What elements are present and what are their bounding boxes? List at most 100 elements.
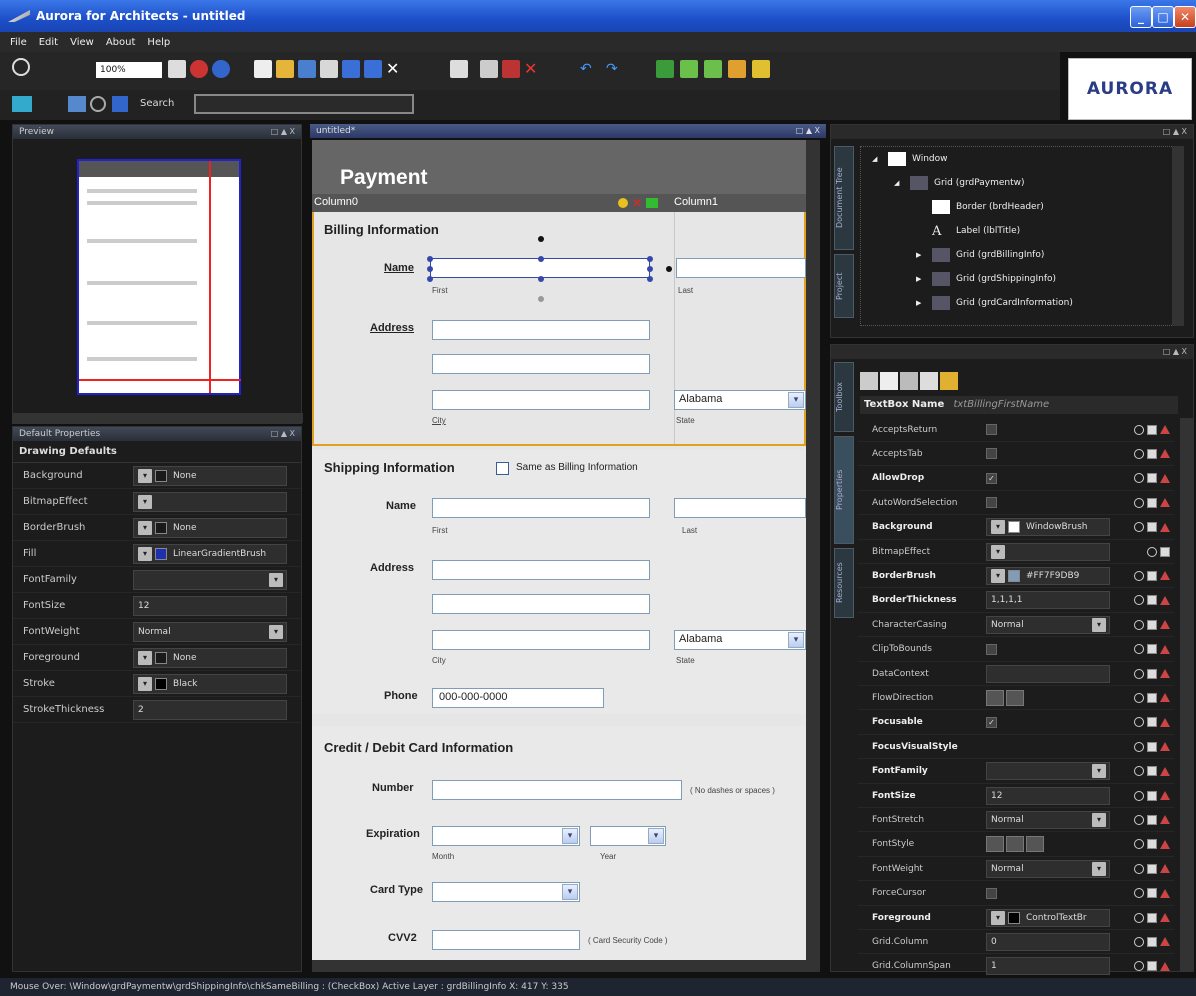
property-checkbox[interactable]: ✓: [986, 472, 997, 484]
tree-item[interactable]: A Label (lblTitle): [916, 224, 1020, 239]
default-prop-value[interactable]: ▾ None: [133, 465, 287, 486]
resize-handle-nw[interactable]: [427, 256, 433, 262]
card-type-select[interactable]: ▾: [432, 882, 580, 902]
binding-icon[interactable]: [1147, 741, 1157, 752]
binding-icon[interactable]: [1147, 839, 1157, 850]
reset-icon[interactable]: [1134, 741, 1144, 752]
resize-handle-se[interactable]: [647, 276, 653, 282]
default-prop-value[interactable]: ▾ None: [133, 517, 287, 538]
trigger-icon[interactable]: [1160, 937, 1170, 947]
resize-handle-ne[interactable]: [647, 256, 653, 262]
expander-icon[interactable]: ▶: [916, 299, 926, 307]
tree-item[interactable]: ◢ Window: [872, 152, 948, 166]
shipping-first-name-input[interactable]: [432, 498, 650, 518]
resize-handle-sw[interactable]: [427, 276, 433, 282]
chevron-down-icon[interactable]: ▾: [991, 544, 1005, 559]
property-checkbox[interactable]: [986, 887, 997, 899]
binding-icon[interactable]: [1147, 692, 1157, 703]
expander-icon[interactable]: ◢: [872, 155, 882, 163]
chevron-down-icon[interactable]: ▾: [991, 910, 1005, 925]
minimize-button[interactable]: _: [1130, 6, 1152, 28]
trigger-icon[interactable]: [1160, 742, 1170, 752]
binding-icon[interactable]: [1147, 668, 1157, 679]
trigger-icon[interactable]: [1160, 766, 1170, 776]
shipping-last-name-input[interactable]: [674, 498, 806, 518]
tree-item[interactable]: ▶ Grid (grdCardInformation): [916, 296, 1073, 310]
tree-controls[interactable]: □ ▲ X: [1163, 125, 1187, 139]
property-value[interactable]: Normal ▾: [986, 810, 1110, 829]
property-value[interactable]: Normal ▾: [986, 859, 1110, 878]
trigger-icon[interactable]: [1160, 717, 1170, 727]
name-value[interactable]: txtBillingFirstName: [953, 399, 1049, 410]
property-checkbox[interactable]: [986, 424, 997, 435]
chevron-down-icon[interactable]: ▾: [1092, 812, 1106, 827]
binding-icon[interactable]: [1147, 863, 1157, 874]
document-horizontal-scrollbar[interactable]: [312, 960, 820, 972]
reset-icon[interactable]: [1134, 839, 1144, 850]
paste-special-icon[interactable]: [502, 60, 520, 78]
binding-icon[interactable]: [1147, 619, 1157, 630]
design-canvas[interactable]: Payment Column0 Column1 ✕ Billing Inform…: [312, 140, 806, 960]
step-icon[interactable]: [704, 60, 722, 78]
reset-icon[interactable]: [1134, 448, 1144, 459]
property-value[interactable]: [986, 664, 1110, 683]
chevron-down-icon[interactable]: ▾: [1092, 861, 1106, 876]
chevron-down-icon[interactable]: ▾: [138, 676, 152, 691]
default-prop-value[interactable]: 2: [133, 699, 287, 720]
billing-address2-input[interactable]: [432, 354, 650, 374]
default-properties-controls[interactable]: □ ▲ X: [271, 427, 295, 441]
margin-handle[interactable]: [666, 266, 672, 272]
default-prop-value[interactable]: Normal ▾: [133, 621, 287, 642]
binding-icon[interactable]: [1147, 766, 1157, 777]
property-value[interactable]: 1,1,1,1: [986, 591, 1110, 610]
property-value[interactable]: ▾ ControlTextBr: [986, 908, 1110, 927]
column-delete-icon[interactable]: ✕: [632, 197, 644, 209]
pen-icon[interactable]: [112, 96, 128, 112]
shipping-address2-input[interactable]: [432, 594, 650, 614]
reset-icon[interactable]: [1134, 790, 1144, 801]
undo-icon[interactable]: ↶: [580, 60, 598, 78]
toggle-button[interactable]: [986, 836, 1004, 853]
binding-icon[interactable]: [1147, 424, 1157, 435]
reset-icon[interactable]: [1134, 473, 1144, 484]
binding-icon[interactable]: [1147, 936, 1157, 947]
trigger-icon[interactable]: [1160, 693, 1170, 703]
card-number-input[interactable]: [432, 780, 682, 800]
billing-address1-input[interactable]: [432, 320, 650, 340]
binding-icon[interactable]: [1147, 888, 1157, 899]
reset-icon[interactable]: [1134, 522, 1144, 533]
chevron-down-icon[interactable]: ▾: [138, 494, 152, 509]
property-button-group[interactable]: [986, 689, 1024, 706]
property-value[interactable]: 12: [986, 786, 1110, 805]
property-value[interactable]: ▾ WindowBrush: [986, 518, 1110, 537]
tree-scrollbar[interactable]: [1172, 146, 1184, 326]
trigger-icon[interactable]: [1160, 498, 1170, 508]
expiration-month-select[interactable]: ▾: [432, 826, 580, 846]
reset-icon[interactable]: [1134, 644, 1144, 655]
menu-about[interactable]: About: [106, 37, 136, 48]
zoom-out-icon[interactable]: [212, 60, 230, 78]
text-icon[interactable]: [920, 372, 938, 390]
delete-icon[interactable]: ✕: [386, 60, 404, 78]
remove-icon[interactable]: ✕: [524, 60, 542, 78]
chevron-down-icon[interactable]: ▾: [269, 572, 283, 587]
column-star-icon[interactable]: [618, 198, 628, 208]
default-prop-value[interactable]: ▾ LinearGradientBrush: [133, 543, 287, 564]
menu-help[interactable]: Help: [147, 37, 170, 48]
toggle-button[interactable]: [1006, 689, 1024, 706]
default-prop-value[interactable]: ▾ None: [133, 647, 287, 668]
clipboard-icon[interactable]: [480, 60, 498, 78]
check-icon[interactable]: [880, 372, 898, 390]
trigger-icon[interactable]: [1160, 473, 1170, 483]
reset-icon[interactable]: [1134, 766, 1144, 777]
property-value[interactable]: 0: [986, 932, 1110, 951]
reset-icon[interactable]: [1134, 912, 1144, 923]
property-checkbox[interactable]: [986, 448, 997, 460]
copy-icon[interactable]: [364, 60, 382, 78]
expander-icon[interactable]: ▶: [916, 275, 926, 283]
reset-icon[interactable]: [1134, 668, 1144, 679]
shipping-phone-input[interactable]: 000-000-0000: [432, 688, 604, 708]
reset-icon[interactable]: [1134, 497, 1144, 508]
tree-item[interactable]: ▶ Grid (grdShippingInfo): [916, 272, 1056, 286]
build-icon[interactable]: [680, 60, 698, 78]
